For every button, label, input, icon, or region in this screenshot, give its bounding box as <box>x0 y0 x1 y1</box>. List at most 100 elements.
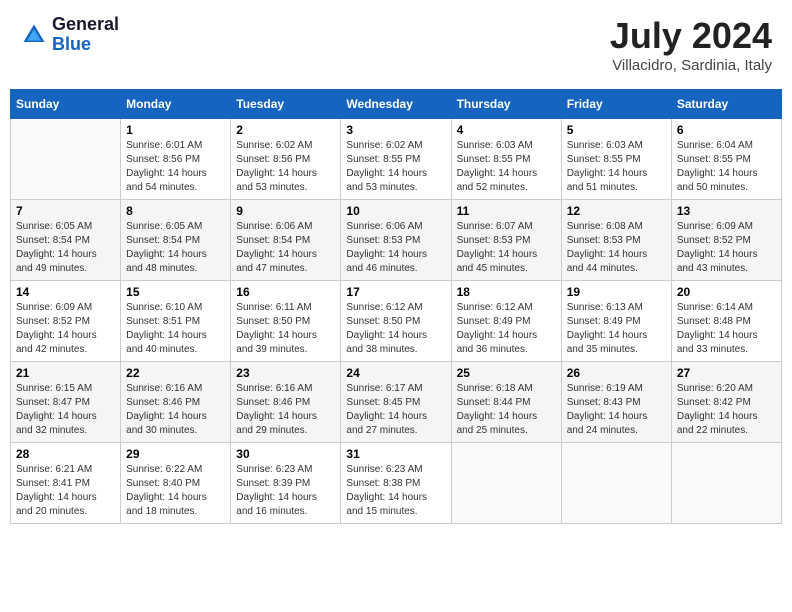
day-number: 4 <box>457 123 556 137</box>
day-info: Sunrise: 6:04 AM Sunset: 8:55 PM Dayligh… <box>677 139 776 195</box>
calendar-cell: 2 Sunrise: 6:02 AM Sunset: 8:56 PM Daylig… <box>231 119 341 200</box>
calendar-cell: 11 Sunrise: 6:07 AM Sunset: 8:53 PM Dayli… <box>451 200 561 281</box>
day-info: Sunrise: 6:06 AM Sunset: 8:53 PM Dayligh… <box>346 220 445 276</box>
calendar-header-saturday: Saturday <box>671 90 781 119</box>
logo-general-text: General <box>52 15 119 35</box>
day-number: 28 <box>16 447 115 461</box>
day-number: 8 <box>126 204 225 218</box>
day-info: Sunrise: 6:12 AM Sunset: 8:49 PM Dayligh… <box>457 301 556 357</box>
calendar-cell: 14 Sunrise: 6:09 AM Sunset: 8:52 PM Dayli… <box>11 281 121 362</box>
calendar-cell: 4 Sunrise: 6:03 AM Sunset: 8:55 PM Daylig… <box>451 119 561 200</box>
calendar-cell: 9 Sunrise: 6:06 AM Sunset: 8:54 PM Daylig… <box>231 200 341 281</box>
day-number: 9 <box>236 204 335 218</box>
day-info: Sunrise: 6:19 AM Sunset: 8:43 PM Dayligh… <box>567 382 666 438</box>
day-number: 21 <box>16 366 115 380</box>
day-number: 18 <box>457 285 556 299</box>
calendar-cell: 16Sunrise: 6:11 AM Sunset: 8:50 PM Dayli… <box>231 281 341 362</box>
day-info: Sunrise: 6:13 AM Sunset: 8:49 PM Dayligh… <box>567 301 666 357</box>
day-number: 11 <box>457 204 556 218</box>
calendar-cell: 25Sunrise: 6:18 AM Sunset: 8:44 PM Dayli… <box>451 362 561 443</box>
day-number: 29 <box>126 447 225 461</box>
page-header: General Blue July 2024 Villacidro, Sardi… <box>10 10 782 79</box>
title-block: July 2024 Villacidro, Sardinia, Italy <box>610 15 772 74</box>
day-info: Sunrise: 6:23 AM Sunset: 8:38 PM Dayligh… <box>346 463 445 519</box>
calendar-week-row: 28Sunrise: 6:21 AM Sunset: 8:41 PM Dayli… <box>11 443 782 524</box>
calendar-cell: 6 Sunrise: 6:04 AM Sunset: 8:55 PM Daylig… <box>671 119 781 200</box>
calendar-header-sunday: Sunday <box>11 90 121 119</box>
day-number: 26 <box>567 366 666 380</box>
calendar-cell: 19 Sunrise: 6:13 AM Sunset: 8:49 PM Dayli… <box>561 281 671 362</box>
calendar-cell: 20Sunrise: 6:14 AM Sunset: 8:48 PM Dayli… <box>671 281 781 362</box>
calendar-cell: 1 Sunrise: 6:01 AM Sunset: 8:56 PM Daylig… <box>121 119 231 200</box>
day-info: Sunrise: 6:02 AM Sunset: 8:55 PM Dayligh… <box>346 139 445 195</box>
calendar-cell: 30 Sunrise: 6:23 AM Sunset: 8:39 PM Dayli… <box>231 443 341 524</box>
day-info: Sunrise: 6:18 AM Sunset: 8:44 PM Dayligh… <box>457 382 556 438</box>
calendar-header-friday: Friday <box>561 90 671 119</box>
calendar-cell: 5Sunrise: 6:03 AM Sunset: 8:55 PM Daylig… <box>561 119 671 200</box>
day-number: 30 <box>236 447 335 461</box>
day-number: 2 <box>236 123 335 137</box>
day-info: Sunrise: 6:05 AM Sunset: 8:54 PM Dayligh… <box>16 220 115 276</box>
calendar-header-monday: Monday <box>121 90 231 119</box>
day-info: Sunrise: 6:09 AM Sunset: 8:52 PM Dayligh… <box>16 301 115 357</box>
day-info: Sunrise: 6:23 AM Sunset: 8:39 PM Dayligh… <box>236 463 335 519</box>
location-text: Villacidro, Sardinia, Italy <box>610 57 772 74</box>
day-info: Sunrise: 6:10 AM Sunset: 8:51 PM Dayligh… <box>126 301 225 357</box>
calendar-cell: 7Sunrise: 6:05 AM Sunset: 8:54 PM Daylig… <box>11 200 121 281</box>
logo-blue-text: Blue <box>52 35 119 55</box>
calendar-cell: 12Sunrise: 6:08 AM Sunset: 8:53 PM Dayli… <box>561 200 671 281</box>
calendar-week-row: 21 Sunrise: 6:15 AM Sunset: 8:47 PM Dayli… <box>11 362 782 443</box>
day-info: Sunrise: 6:06 AM Sunset: 8:54 PM Dayligh… <box>236 220 335 276</box>
day-info: Sunrise: 6:02 AM Sunset: 8:56 PM Dayligh… <box>236 139 335 195</box>
day-number: 27 <box>677 366 776 380</box>
day-info: Sunrise: 6:16 AM Sunset: 8:46 PM Dayligh… <box>126 382 225 438</box>
day-info: Sunrise: 6:07 AM Sunset: 8:53 PM Dayligh… <box>457 220 556 276</box>
calendar-week-row: 1 Sunrise: 6:01 AM Sunset: 8:56 PM Daylig… <box>11 119 782 200</box>
day-info: Sunrise: 6:09 AM Sunset: 8:52 PM Dayligh… <box>677 220 776 276</box>
calendar-header-tuesday: Tuesday <box>231 90 341 119</box>
day-info: Sunrise: 6:05 AM Sunset: 8:54 PM Dayligh… <box>126 220 225 276</box>
day-number: 1 <box>126 123 225 137</box>
day-info: Sunrise: 6:03 AM Sunset: 8:55 PM Dayligh… <box>567 139 666 195</box>
calendar-cell: 18 Sunrise: 6:12 AM Sunset: 8:49 PM Dayli… <box>451 281 561 362</box>
calendar-cell: 23 Sunrise: 6:16 AM Sunset: 8:46 PM Dayli… <box>231 362 341 443</box>
day-info: Sunrise: 6:01 AM Sunset: 8:56 PM Dayligh… <box>126 139 225 195</box>
logo-icon <box>20 21 48 49</box>
day-number: 19 <box>567 285 666 299</box>
day-number: 6 <box>677 123 776 137</box>
day-number: 24 <box>346 366 445 380</box>
day-number: 22 <box>126 366 225 380</box>
day-info: Sunrise: 6:17 AM Sunset: 8:45 PM Dayligh… <box>346 382 445 438</box>
calendar-header-thursday: Thursday <box>451 90 561 119</box>
day-number: 23 <box>236 366 335 380</box>
day-info: Sunrise: 6:14 AM Sunset: 8:48 PM Dayligh… <box>677 301 776 357</box>
day-number: 31 <box>346 447 445 461</box>
day-info: Sunrise: 6:15 AM Sunset: 8:47 PM Dayligh… <box>16 382 115 438</box>
calendar-cell: 13Sunrise: 6:09 AM Sunset: 8:52 PM Dayli… <box>671 200 781 281</box>
day-info: Sunrise: 6:20 AM Sunset: 8:42 PM Dayligh… <box>677 382 776 438</box>
day-info: Sunrise: 6:11 AM Sunset: 8:50 PM Dayligh… <box>236 301 335 357</box>
day-info: Sunrise: 6:16 AM Sunset: 8:46 PM Dayligh… <box>236 382 335 438</box>
calendar-cell: 29 Sunrise: 6:22 AM Sunset: 8:40 PM Dayli… <box>121 443 231 524</box>
day-info: Sunrise: 6:22 AM Sunset: 8:40 PM Dayligh… <box>126 463 225 519</box>
day-number: 10 <box>346 204 445 218</box>
day-info: Sunrise: 6:08 AM Sunset: 8:53 PM Dayligh… <box>567 220 666 276</box>
day-number: 15 <box>126 285 225 299</box>
day-info: Sunrise: 6:12 AM Sunset: 8:50 PM Dayligh… <box>346 301 445 357</box>
calendar-cell <box>671 443 781 524</box>
calendar-cell: 24 Sunrise: 6:17 AM Sunset: 8:45 PM Dayli… <box>341 362 451 443</box>
month-year-title: July 2024 <box>610 15 772 57</box>
calendar-cell <box>11 119 121 200</box>
logo-text: General Blue <box>52 15 119 55</box>
day-number: 14 <box>16 285 115 299</box>
day-info: Sunrise: 6:03 AM Sunset: 8:55 PM Dayligh… <box>457 139 556 195</box>
calendar-cell: 8 Sunrise: 6:05 AM Sunset: 8:54 PM Daylig… <box>121 200 231 281</box>
calendar-cell: 15 Sunrise: 6:10 AM Sunset: 8:51 PM Dayli… <box>121 281 231 362</box>
calendar-cell: 27 Sunrise: 6:20 AM Sunset: 8:42 PM Dayli… <box>671 362 781 443</box>
calendar-header-wednesday: Wednesday <box>341 90 451 119</box>
calendar-cell <box>451 443 561 524</box>
calendar-cell: 31 Sunrise: 6:23 AM Sunset: 8:38 PM Dayli… <box>341 443 451 524</box>
logo: General Blue <box>20 15 119 55</box>
calendar-table: SundayMondayTuesdayWednesdayThursdayFrid… <box>10 89 782 524</box>
calendar-cell: 26 Sunrise: 6:19 AM Sunset: 8:43 PM Dayli… <box>561 362 671 443</box>
